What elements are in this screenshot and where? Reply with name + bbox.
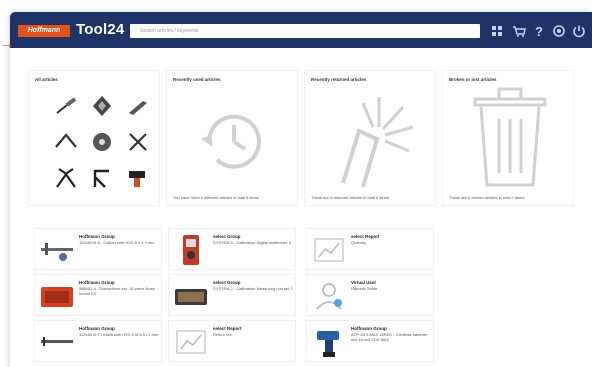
chart-thumb-icon xyxy=(176,330,206,354)
history-clock-icon xyxy=(201,114,261,169)
power-icon[interactable] xyxy=(572,24,586,38)
broken-tool-icon xyxy=(341,97,414,187)
card-title: Hoffmann Group xyxy=(79,280,115,285)
chart-thumb-icon xyxy=(314,238,344,262)
card-title: Hoffmann Group xyxy=(79,326,115,331)
toolcase-thumb-icon xyxy=(41,287,73,307)
card-description: 986002 4 - Screwdriver set, 16-piece Nos… xyxy=(79,286,155,296)
drill-thumb-icon xyxy=(317,331,339,357)
tool-icon-grid xyxy=(53,93,153,193)
tile-recently-used[interactable]: Recently used articles You have hired 5 … xyxy=(166,70,298,206)
app-name: Tool24 xyxy=(76,21,125,38)
card-title: select Group xyxy=(213,234,241,239)
user-thumb-icon xyxy=(316,283,342,310)
card-description: ATP CB 5 MAX 18RED - Cordless hammer dri… xyxy=(351,332,428,342)
card-title: Hoffmann Group xyxy=(79,234,115,239)
card-title: select Report xyxy=(351,234,380,239)
card-description: Return fee xyxy=(213,332,232,337)
cutting-disc-icon xyxy=(93,133,111,151)
card-description: SYSTEM 5 - Calibration Digital multimete… xyxy=(213,240,291,245)
power-drill-icon xyxy=(129,171,145,187)
article-card[interactable]: Hoffmann Group ATP CB 5 MAX 18RED - Cord… xyxy=(306,320,434,362)
article-card[interactable]: select Group SYSTEM 5 - Calibration Digi… xyxy=(168,228,296,270)
cross-tools-icon xyxy=(129,133,147,151)
svg-text:?: ? xyxy=(535,24,543,38)
drill-bit-icon xyxy=(129,101,147,115)
card-title: select Report xyxy=(213,326,242,331)
tile-footer: You have hired 5 different articles in t… xyxy=(173,195,260,200)
tile-footer: These are 6 returned articles in total 6… xyxy=(311,195,390,200)
tile-title: Recently returned articles xyxy=(311,77,367,82)
article-card[interactable]: select Group SYSTEM 2 - Calibration Meas… xyxy=(168,274,296,316)
caliper-icon xyxy=(55,133,77,148)
report-card[interactable]: select Report Return fee xyxy=(168,320,296,362)
help-icon[interactable]: ? xyxy=(532,24,546,38)
brand-logo[interactable]: Hoffmann xyxy=(18,25,70,37)
card-title: select Group xyxy=(213,280,241,285)
article-card[interactable]: Hoffmann Group 112480 M 8 - Caliper with… xyxy=(34,228,162,270)
tile-recently-returned[interactable]: Recently returned articles These are 6 r… xyxy=(304,70,436,206)
card-title: Hoffmann Group xyxy=(351,326,387,331)
article-card[interactable]: Hoffmann Group 112480 M 7 - Mack with HS… xyxy=(34,320,162,362)
caliper-thumb-icon xyxy=(41,243,73,261)
settings-icon[interactable] xyxy=(552,24,566,38)
screwdriver-icon xyxy=(56,97,77,114)
tile-footer: These are 0 broken articles in total 0 i… xyxy=(449,195,525,200)
tile-title: All articles xyxy=(35,77,58,82)
cart-icon[interactable] xyxy=(512,24,526,38)
card-description: 112480 M 7 - Mack with HSS 5 M 6.5 L7 mm xyxy=(79,332,159,337)
wrench-icon xyxy=(93,169,109,188)
tile-broken-lost[interactable]: Broken or lost articles These are 0 brok… xyxy=(442,70,574,206)
multimeter-thumb-icon xyxy=(183,235,199,265)
app-window: Hoffmann Tool24 Search articles / keywor… xyxy=(10,12,592,367)
top-bar: Hoffmann Tool24 Search articles / keywor… xyxy=(10,12,592,48)
tile-title: Recently used articles xyxy=(173,77,221,82)
grid-icon[interactable] xyxy=(490,24,504,38)
card-description: Hamzah Sohle xyxy=(351,286,378,291)
article-card[interactable]: Hoffmann Group 986002 4 - Screwdriver se… xyxy=(34,274,162,316)
card-description: Quantity xyxy=(351,240,366,245)
pointer-arrow-icon: → xyxy=(0,35,14,51)
tile-all-articles[interactable]: All articles xyxy=(28,70,160,206)
tile-title: Broken or lost articles xyxy=(449,77,497,82)
bit-icon xyxy=(93,96,111,116)
user-card[interactable]: Virtual User Hamzah Sohle xyxy=(306,274,434,316)
card-title: Virtual User xyxy=(351,280,377,285)
report-card[interactable]: select Report Quantity xyxy=(306,228,434,270)
measuring-set-thumb-icon xyxy=(175,289,207,305)
search-input[interactable]: Search articles / keywords xyxy=(130,24,480,38)
pliers-icon xyxy=(56,168,76,188)
card-description: 112480 M 8 - Caliper with HSS 6.4 x 4 mm xyxy=(79,240,155,245)
trash-icon xyxy=(473,87,547,187)
caliper-thumb-icon xyxy=(41,337,73,346)
card-description: SYSTEM 2 - Calibration Measuring tool se… xyxy=(213,286,293,291)
